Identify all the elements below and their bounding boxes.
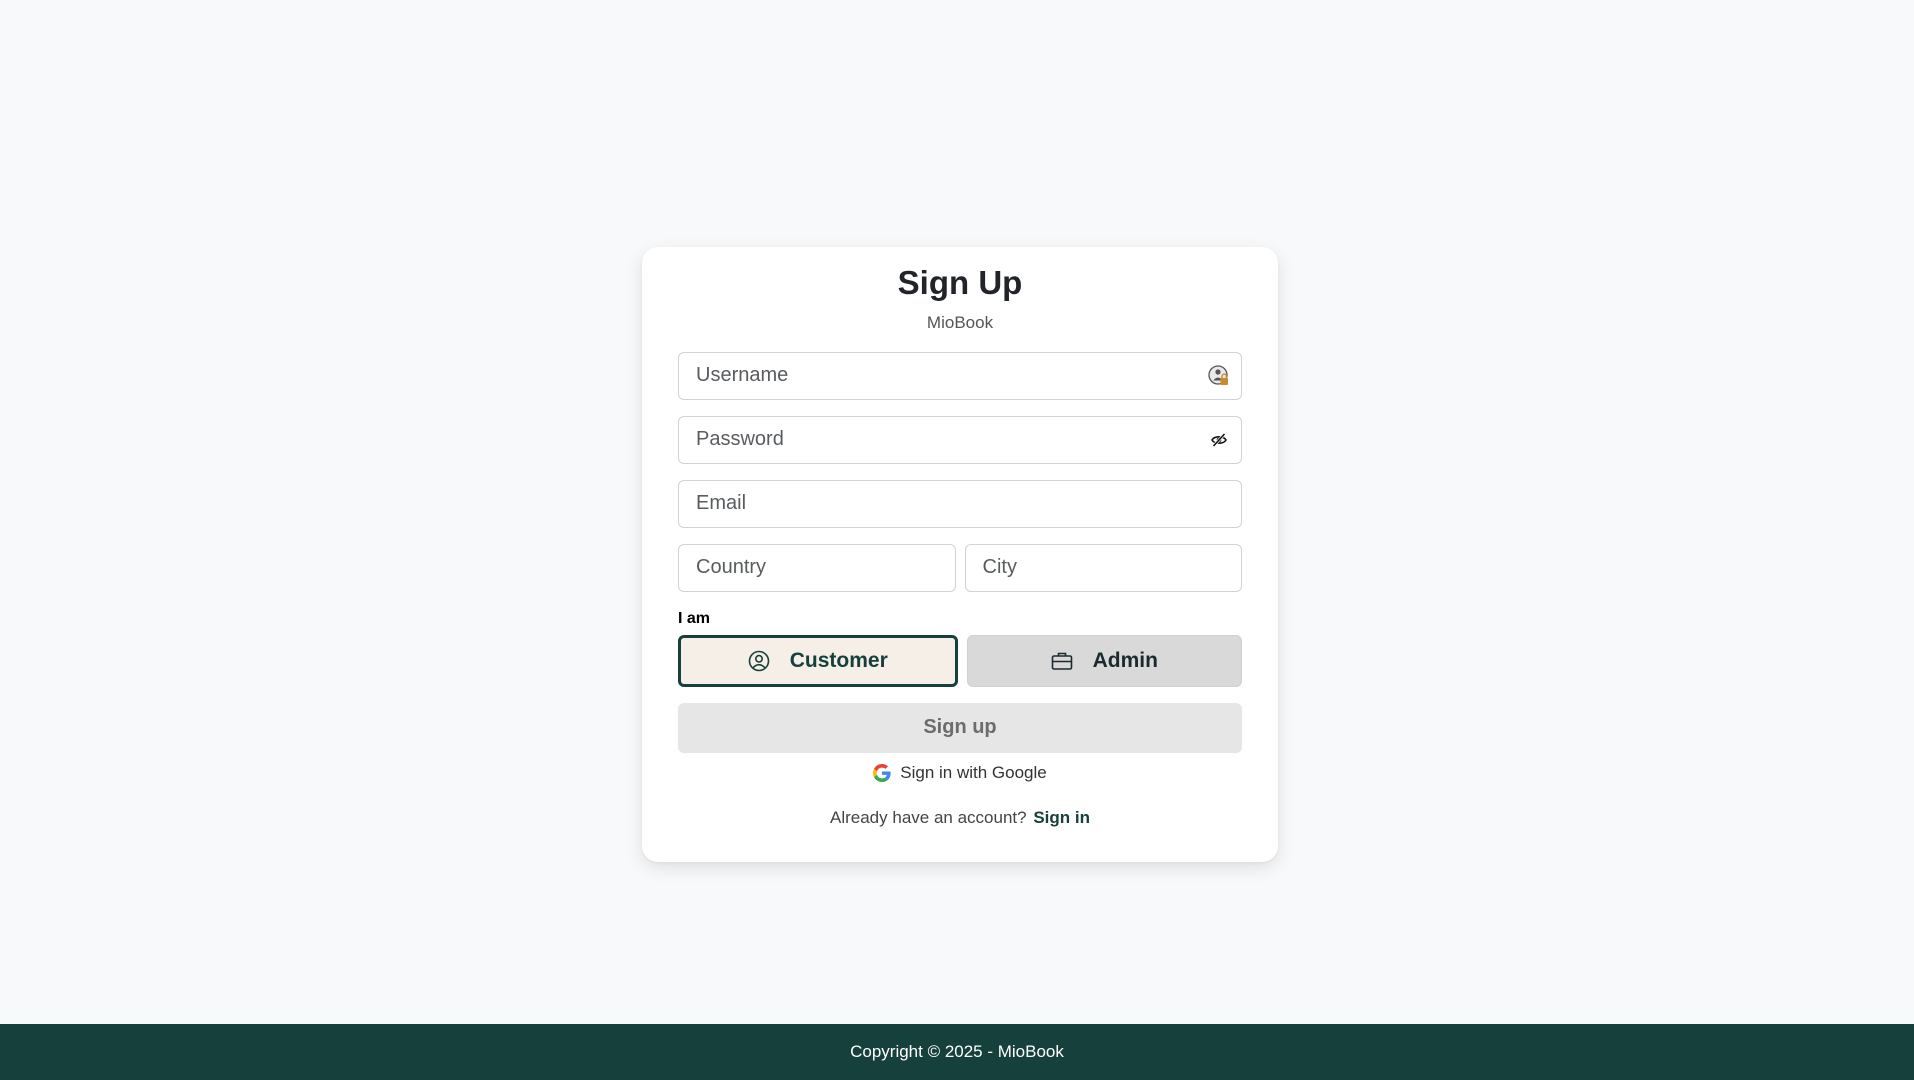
signup-button[interactable]: Sign up xyxy=(678,702,1242,753)
city-field xyxy=(964,543,1242,592)
password-field xyxy=(678,415,1242,464)
email-field xyxy=(678,479,1242,528)
city-input[interactable] xyxy=(965,544,1241,591)
signin-prompt-text: Already have an account? xyxy=(830,807,1027,827)
page-title: Sign Up xyxy=(897,264,1023,301)
admin-role-button[interactable]: Admin xyxy=(966,634,1242,687)
user-circle-icon xyxy=(748,650,770,672)
customer-role-label: Customer xyxy=(789,648,888,672)
role-label: I am xyxy=(678,609,711,627)
country-field xyxy=(678,543,956,592)
country-input[interactable] xyxy=(679,544,955,591)
admin-role-label: Admin xyxy=(1092,648,1158,672)
customer-role-button[interactable]: Customer xyxy=(678,634,958,687)
username-input[interactable] xyxy=(679,352,1241,399)
username-field xyxy=(678,351,1242,400)
signup-card: Sign Up MioBook Username Email Country C… xyxy=(642,247,1278,862)
footer: Copyright © 2025 - MioBook xyxy=(0,1024,1914,1080)
brand-subtitle: MioBook xyxy=(926,313,994,333)
email-input[interactable] xyxy=(679,480,1241,527)
google-icon xyxy=(873,763,891,782)
role-selector: Customer Admin xyxy=(678,634,1242,687)
google-signin-label: Sign in with Google xyxy=(900,762,1047,782)
signin-link[interactable]: Sign in xyxy=(1033,808,1090,827)
google-signin-button[interactable]: Sign in with Google xyxy=(678,763,1242,783)
signin-prompt-row: Already have an account? Sign in xyxy=(678,808,1242,828)
briefcase-icon xyxy=(1051,651,1073,671)
password-manager-icon[interactable] xyxy=(1207,364,1231,388)
eye-slash-icon[interactable] xyxy=(1207,428,1231,452)
copyright-text: Copyright © 2025 - MioBook xyxy=(850,1042,1064,1061)
location-row xyxy=(678,543,1242,592)
password-input[interactable] xyxy=(679,416,1241,463)
